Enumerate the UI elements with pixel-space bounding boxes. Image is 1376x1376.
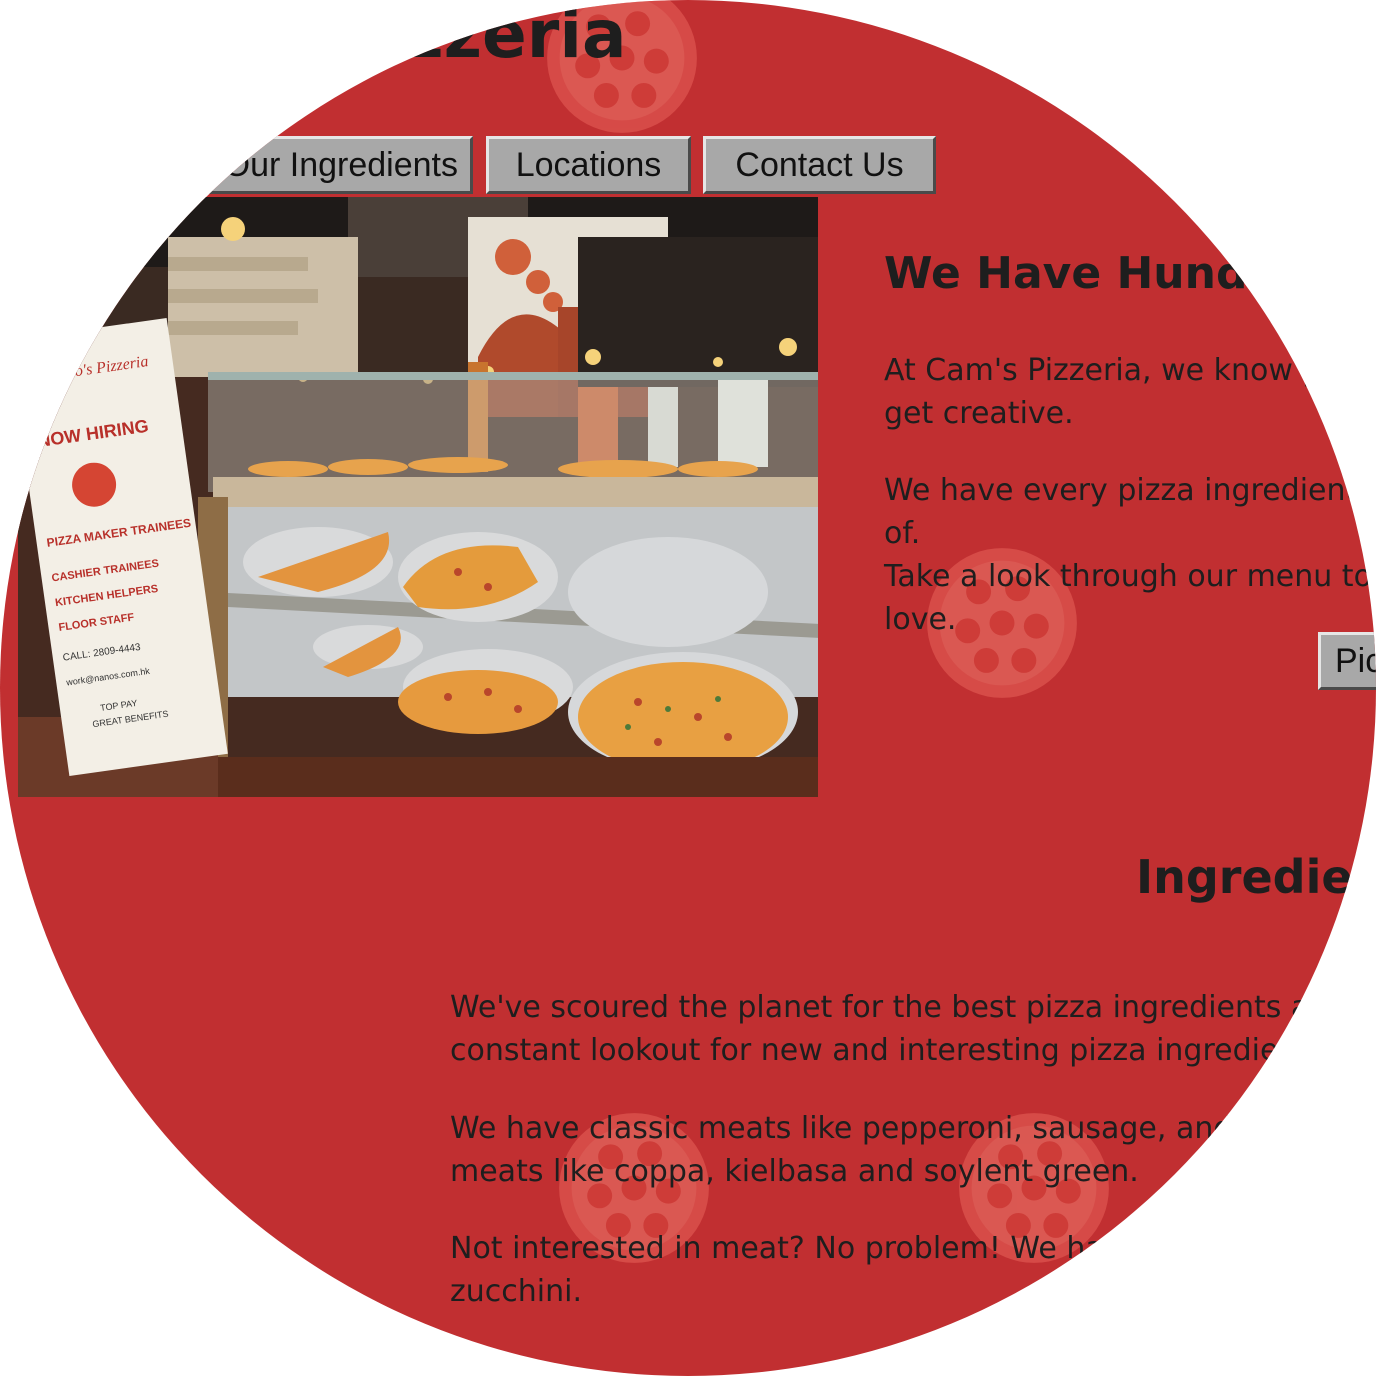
- nav-contact-label: Contact Us: [735, 145, 904, 184]
- nav-ingredients-label: Our Ingredients: [223, 145, 458, 184]
- intro-paragraph: At Cam's Pizzeria, we know pizza lovers …: [884, 353, 1376, 431]
- magnified-viewport: Cam's Pizzeria Our Ingredients Locations…: [0, 0, 1376, 1376]
- section-heading-ingredients: Ingredients: [1136, 850, 1376, 904]
- pick-button[interactable]: Pick: [1318, 632, 1376, 690]
- site-title: Cam's Pizzeria: [90, 0, 627, 73]
- ingredients-paragraph: We have classic meats like pepperoni, sa…: [450, 1111, 1376, 1189]
- ingredients-paragraph: We've scoured the planet for the best pi…: [450, 990, 1376, 1068]
- nav-contact-button[interactable]: Contact Us: [703, 136, 936, 194]
- intro-paragraph: We have every pizza ingredient you can t…: [884, 473, 1376, 637]
- pizzeria-counter-photo: Nano's Pizzeria NOW HIRING PIZZA MAKER T…: [18, 197, 818, 797]
- ingredients-paragraph: Not interested in meat? No problem! We h…: [450, 1231, 1376, 1309]
- pick-button-label: Pick: [1335, 641, 1376, 680]
- nav-locations-button[interactable]: Locations: [486, 136, 691, 194]
- section-heading-flavors: We Have Hundreds of Flavors: [884, 248, 1376, 299]
- nav-locations-label: Locations: [515, 145, 662, 184]
- nav-ingredients-button[interactable]: Our Ingredients: [150, 136, 473, 194]
